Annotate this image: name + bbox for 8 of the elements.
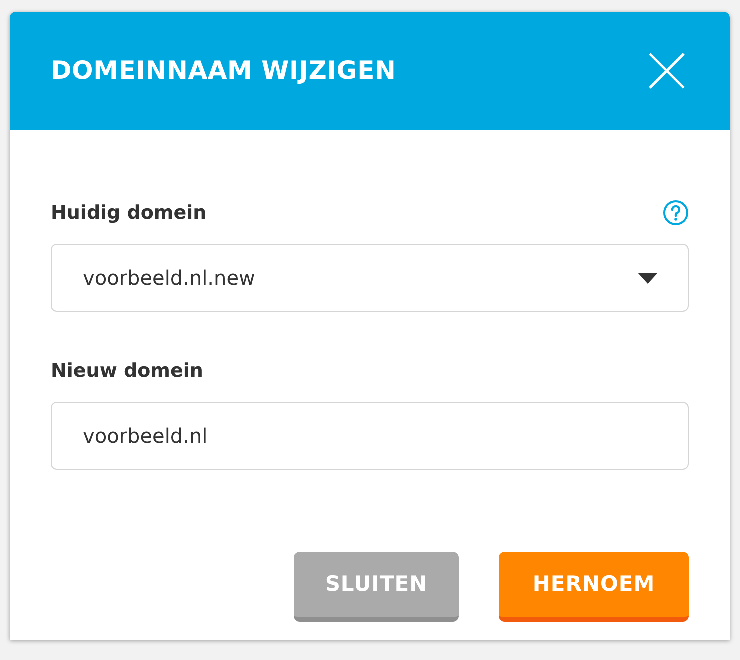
field-label: Nieuw domein	[51, 358, 204, 384]
field-label: Huidig domein	[51, 200, 207, 226]
dialog-title: DOMEINNAAM WIJZIGEN	[51, 55, 396, 88]
help-icon[interactable]	[663, 200, 689, 226]
domain-dropdown[interactable]: voorbeeld.nl.new	[51, 244, 689, 312]
caret-icon	[638, 272, 658, 284]
close-icon[interactable]	[648, 52, 686, 90]
input-field[interactable]: voorbeeld.nl	[51, 402, 689, 470]
